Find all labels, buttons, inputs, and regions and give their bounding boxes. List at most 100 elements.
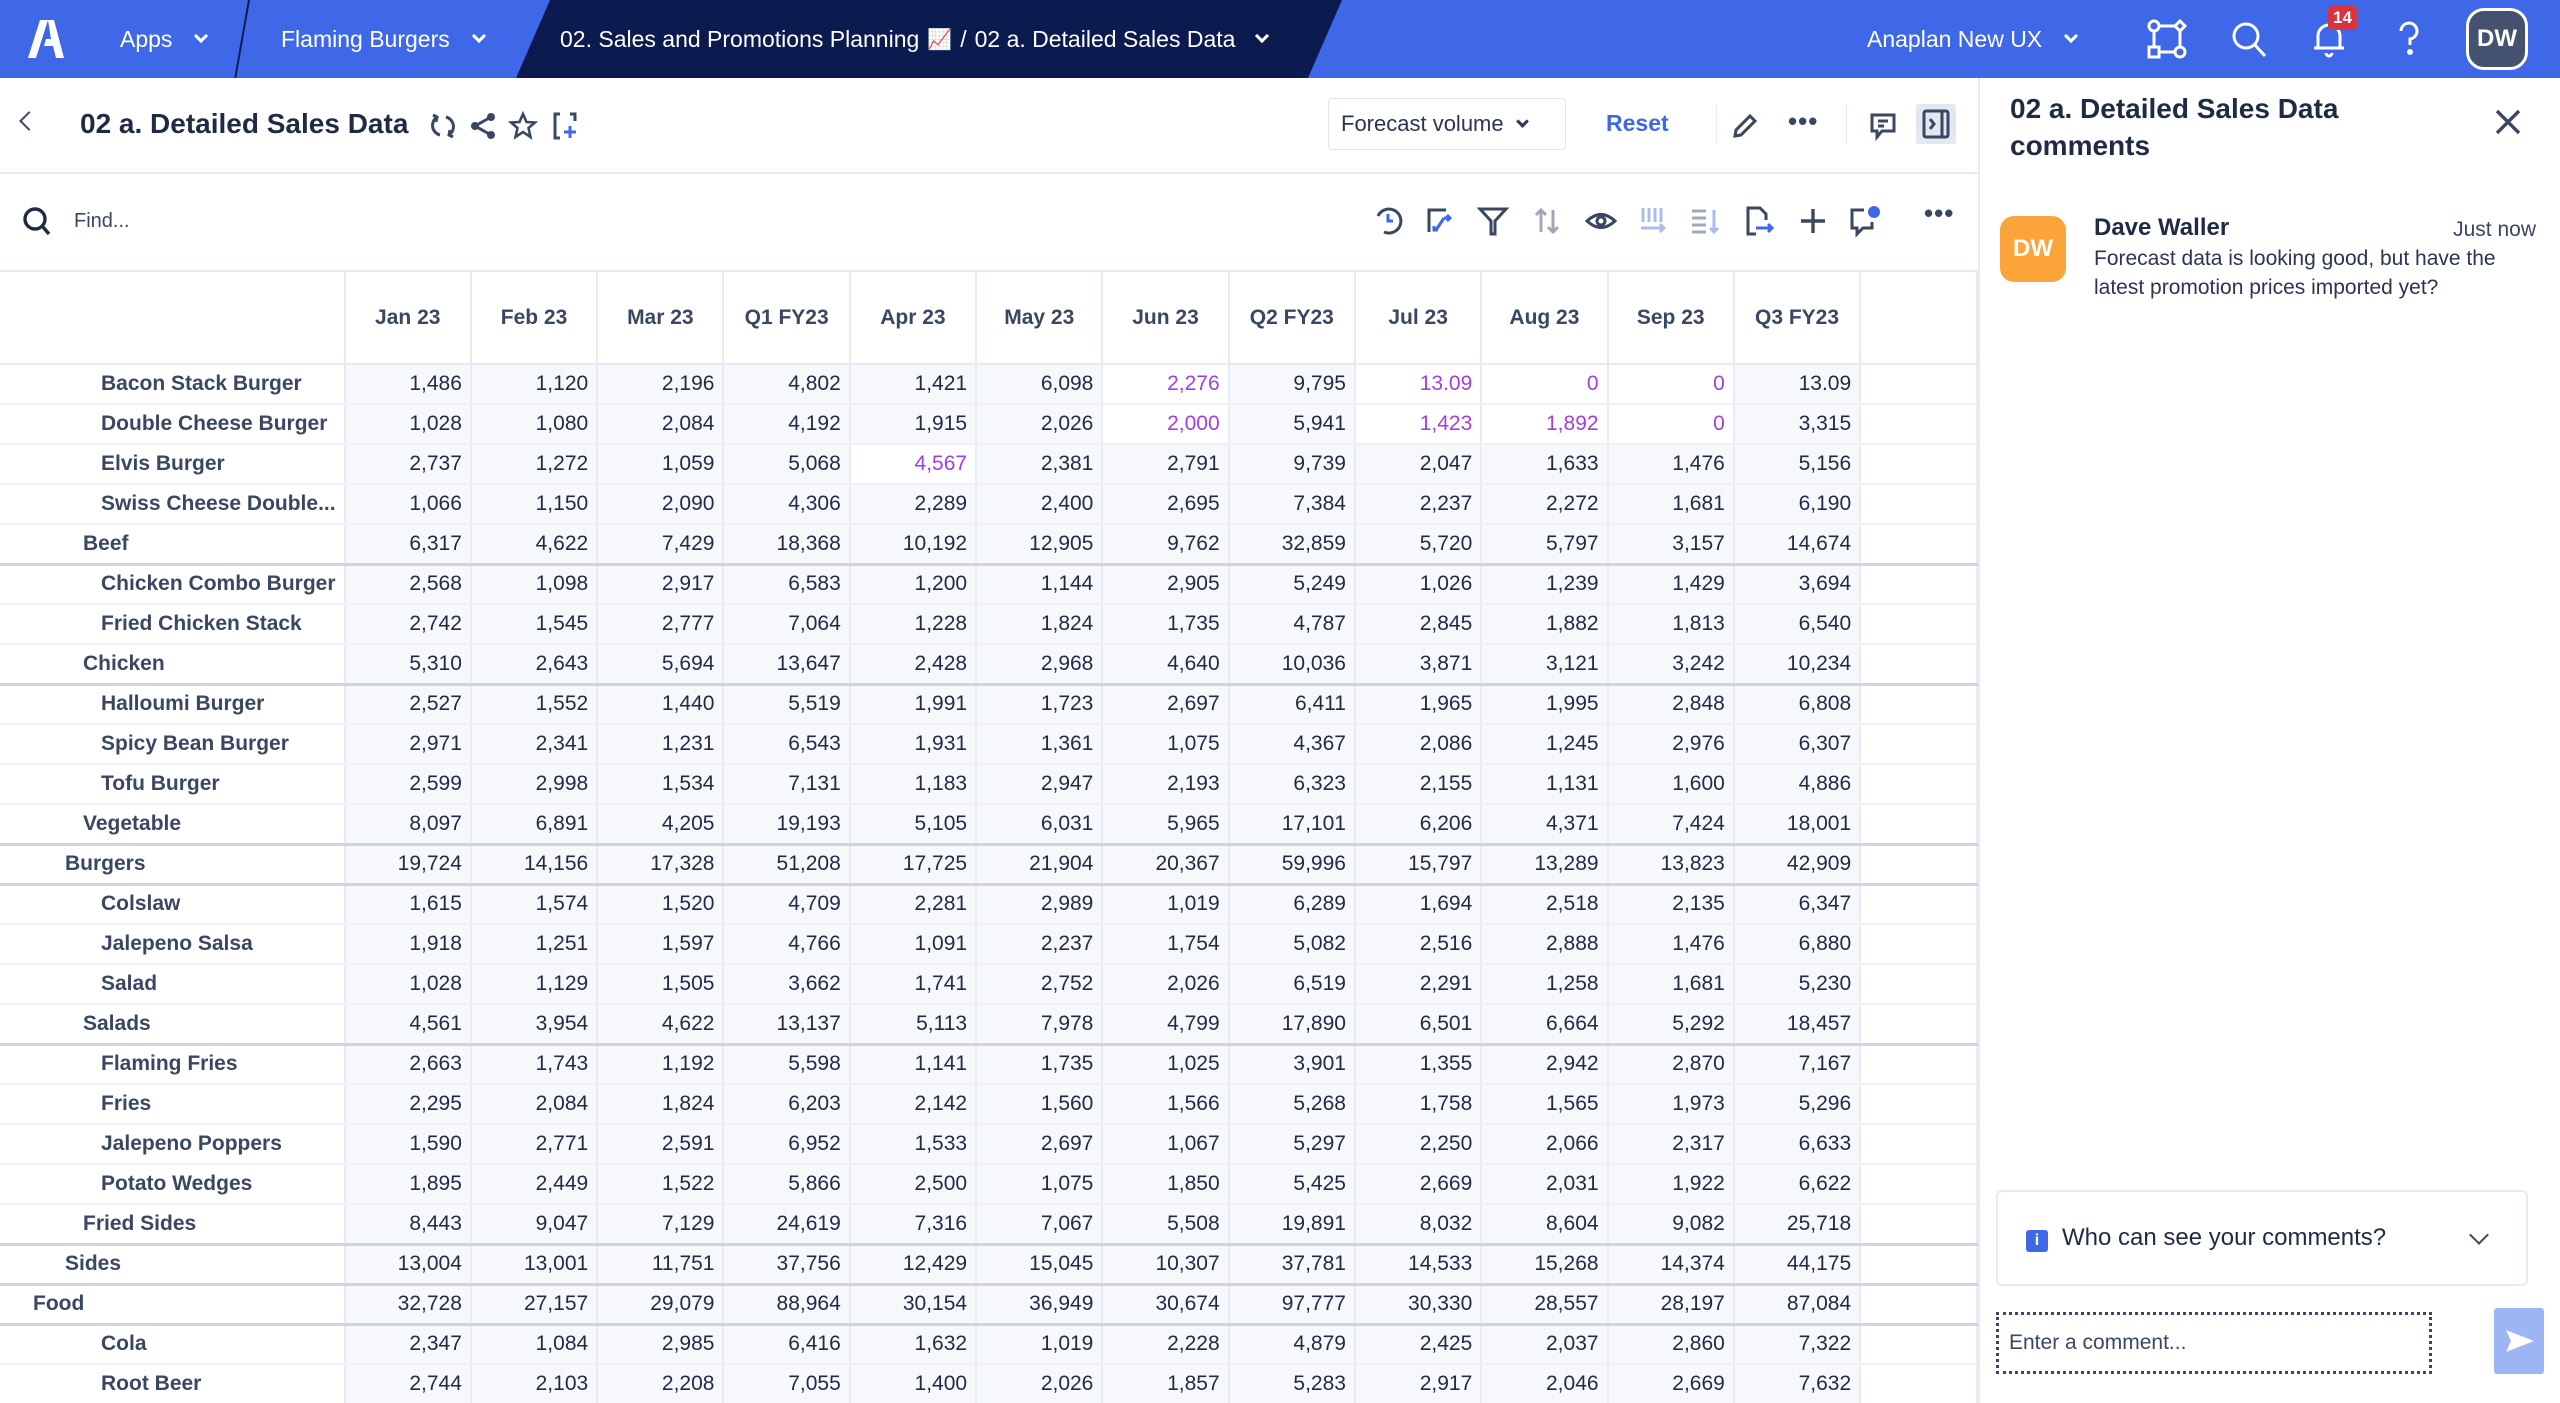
grid-cell[interactable]: 2,697 — [1102, 684, 1230, 725]
grid-cell[interactable]: 1,600 — [1607, 764, 1735, 805]
grid-cell[interactable]: 2,985 — [597, 1324, 725, 1365]
more-icon[interactable]: ••• — [1924, 198, 1954, 229]
pencil-icon[interactable] — [1730, 111, 1760, 141]
grid-cell[interactable]: 30,330 — [1354, 1284, 1483, 1326]
grid-cell[interactable]: 6,519 — [1228, 964, 1356, 1005]
grid-cell[interactable]: 3,662 — [723, 964, 851, 1005]
grid-cell[interactable]: 6,317 — [344, 524, 472, 566]
grid-cell[interactable]: 1,486 — [344, 364, 472, 405]
column-header[interactable]: Jan 23 — [344, 272, 472, 365]
grid-cell[interactable]: 11,751 — [597, 1244, 725, 1286]
row-label[interactable]: Root Beer — [0, 1364, 346, 1403]
grid-cell[interactable]: 1,019 — [1102, 884, 1230, 925]
grid-cell[interactable]: 6,206 — [1354, 804, 1483, 846]
grid-cell[interactable]: 2,905 — [1102, 564, 1230, 605]
grid-cell[interactable]: 1,421 — [849, 364, 978, 405]
workspace-menu[interactable]: Flaming Burgers — [281, 0, 492, 78]
grid-cell[interactable]: 9,762 — [1102, 524, 1230, 566]
grid-cell[interactable]: 7,067 — [976, 1204, 1104, 1246]
grid-cell[interactable]: 1,931 — [849, 724, 978, 765]
grid-cell[interactable]: 3,242 — [1607, 644, 1735, 686]
grid-cell[interactable]: 1,361 — [976, 724, 1104, 765]
grid-cell[interactable]: 2,425 — [1354, 1324, 1483, 1365]
grid-cell[interactable]: 1,522 — [597, 1164, 725, 1205]
grid-cell[interactable]: 1,758 — [1354, 1084, 1483, 1125]
row-label[interactable]: Bacon Stack Burger — [0, 364, 346, 405]
column-header[interactable]: Jun 23 — [1102, 272, 1230, 365]
grid-cell[interactable]: 2,697 — [976, 1124, 1104, 1165]
row-label[interactable]: Food — [0, 1284, 346, 1326]
grid-cell[interactable]: 37,781 — [1228, 1244, 1356, 1286]
grid-cell[interactable]: 7,978 — [976, 1004, 1104, 1046]
grid-cell[interactable]: 2,695 — [1102, 484, 1230, 525]
column-header[interactable]: Jul 23 — [1354, 272, 1483, 365]
grid-cell[interactable]: 30,674 — [1102, 1284, 1230, 1326]
column-icon[interactable] — [1636, 204, 1670, 238]
grid-cell[interactable]: 1,028 — [344, 404, 472, 445]
grid-cell[interactable]: 5,866 — [723, 1164, 851, 1205]
grid-cell[interactable]: 2,663 — [344, 1044, 472, 1085]
grid-cell[interactable]: 1,505 — [597, 964, 725, 1005]
grid-cell[interactable]: 1,429 — [1607, 564, 1735, 605]
grid-cell[interactable]: 13,004 — [344, 1244, 472, 1286]
grid-cell[interactable]: 19,891 — [1228, 1204, 1356, 1246]
grid-cell[interactable]: 5,296 — [1733, 1084, 1862, 1125]
grid-cell[interactable]: 2,848 — [1607, 684, 1735, 725]
help-icon[interactable] — [2388, 18, 2430, 60]
grid-cell[interactable]: 5,068 — [723, 444, 851, 485]
grid-cell[interactable]: 7,129 — [597, 1204, 725, 1246]
grid-cell[interactable]: 7,384 — [1228, 484, 1356, 525]
grid-cell[interactable]: 2,272 — [1481, 484, 1609, 525]
grid-cell[interactable]: 4,622 — [597, 1004, 725, 1046]
grid-cell[interactable]: 28,557 — [1481, 1284, 1609, 1326]
search-icon[interactable] — [2228, 18, 2270, 60]
grid-cell[interactable]: 20,367 — [1102, 844, 1230, 886]
grid-cell[interactable]: 3,157 — [1607, 524, 1735, 566]
grid-cell[interactable]: 4,205 — [597, 804, 725, 846]
grid-cell[interactable]: 37,756 — [723, 1244, 851, 1286]
grid-cell[interactable]: 2,026 — [1102, 964, 1230, 1005]
grid-cell[interactable]: 1,533 — [849, 1124, 978, 1165]
grid-cell[interactable]: 6,190 — [1733, 484, 1862, 525]
grid-cell[interactable]: 1,067 — [1102, 1124, 1230, 1165]
grid-cell[interactable]: 2,208 — [597, 1364, 725, 1403]
grid-cell[interactable]: 2,845 — [1354, 604, 1483, 645]
cell-comment-icon[interactable] — [1848, 204, 1882, 238]
grid-cell-edited[interactable]: 13.09 — [1354, 364, 1483, 405]
grid-cell[interactable]: 2,142 — [849, 1084, 978, 1125]
grid-cell[interactable]: 1,091 — [849, 924, 978, 965]
grid-cell[interactable]: 3,694 — [1733, 564, 1862, 605]
grid-cell[interactable]: 3,954 — [470, 1004, 599, 1046]
column-header[interactable]: May 23 — [976, 272, 1104, 365]
grid-cell[interactable]: 5,297 — [1228, 1124, 1356, 1165]
grid-cell[interactable]: 1,850 — [1102, 1164, 1230, 1205]
grid-cell[interactable]: 8,604 — [1481, 1204, 1609, 1246]
grid-cell[interactable]: 27,157 — [470, 1284, 599, 1326]
grid-cell[interactable]: 1,080 — [470, 404, 599, 445]
grid-cell[interactable]: 7,167 — [1733, 1044, 1862, 1085]
show-hide-icon[interactable] — [1584, 204, 1618, 238]
grid-cell[interactable]: 2,976 — [1607, 724, 1735, 765]
grid-cell[interactable]: 3,871 — [1354, 644, 1483, 686]
grid-cell[interactable]: 8,032 — [1354, 1204, 1483, 1246]
export-icon[interactable] — [1742, 204, 1776, 238]
grid-cell[interactable]: 9,047 — [470, 1204, 599, 1246]
grid-cell[interactable]: 3,901 — [1228, 1044, 1356, 1085]
grid-cell[interactable]: 2,155 — [1354, 764, 1483, 805]
grid-cell[interactable]: 2,518 — [1481, 884, 1609, 925]
grid-cell[interactable]: 6,307 — [1733, 724, 1862, 765]
row-label[interactable]: Jalepeno Salsa — [0, 924, 346, 965]
tenant-menu[interactable]: Anaplan New UX — [1867, 0, 2084, 78]
grid-cell[interactable]: 7,429 — [597, 524, 725, 566]
grid-cell[interactable]: 1,735 — [1102, 604, 1230, 645]
grid-cell[interactable]: 2,998 — [470, 764, 599, 805]
grid-cell[interactable]: 1,552 — [470, 684, 599, 725]
grid-cell[interactable]: 2,026 — [976, 1364, 1104, 1403]
grid-cell[interactable]: 19,193 — [723, 804, 851, 846]
grid-cell[interactable]: 6,952 — [723, 1124, 851, 1165]
grid-cell[interactable]: 4,799 — [1102, 1004, 1230, 1046]
grid-cell[interactable]: 1,694 — [1354, 884, 1483, 925]
user-avatar[interactable]: DW — [2466, 8, 2528, 70]
column-header[interactable]: Apr 23 — [849, 272, 978, 365]
grid-cell[interactable]: 4,622 — [470, 524, 599, 566]
